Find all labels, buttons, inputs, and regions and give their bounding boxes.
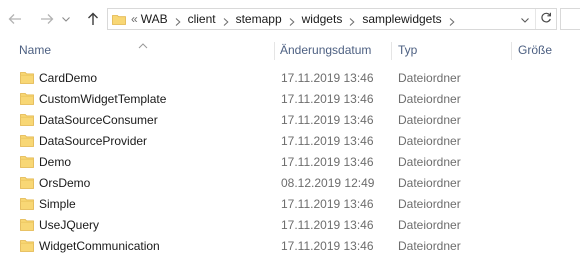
folder-icon (20, 218, 34, 231)
file-date: 17.11.2019 13:46 (281, 218, 374, 232)
file-row[interactable]: DataSourceProvider 17.11.2019 13:46 Dateio… (0, 131, 580, 152)
file-row[interactable]: WidgetCommunication 17.11.2019 13:46 Datei… (0, 236, 580, 257)
folder-icon (20, 239, 34, 252)
folder-icon (20, 113, 34, 126)
refresh-button[interactable] (535, 9, 556, 29)
arrow-right-icon (40, 13, 54, 25)
breadcrumb-separator-icon[interactable] (349, 15, 355, 26)
breadcrumb-item[interactable]: widgets (302, 12, 343, 26)
search-box[interactable] (560, 8, 580, 30)
file-date: 17.11.2019 13:46 (281, 92, 374, 106)
file-date: 17.11.2019 13:46 (281, 113, 374, 127)
recent-locations-button[interactable] (60, 10, 72, 28)
file-date: 17.11.2019 13:46 (281, 155, 374, 169)
file-type: Dateiordner (398, 197, 461, 211)
file-type: Dateiordner (398, 71, 461, 85)
file-name[interactable]: DataSourceProvider (39, 134, 147, 148)
column-header-date[interactable]: Änderungsdatum (280, 43, 371, 57)
file-type: Dateiordner (398, 218, 461, 232)
folder-icon (20, 134, 34, 147)
navigation-bar: « WAB client stemapp widgets samplewidgets (0, 0, 580, 38)
file-date: 17.11.2019 13:46 (281, 239, 374, 253)
breadcrumb: WAB client stemapp widgets samplewidgets (141, 12, 462, 26)
breadcrumb-item[interactable]: WAB (141, 12, 168, 26)
file-date: 17.11.2019 13:46 (281, 134, 374, 148)
file-type: Dateiordner (398, 239, 461, 253)
file-row[interactable]: Demo 17.11.2019 13:46 Dateiordner (0, 152, 580, 173)
file-row[interactable]: UseJQuery 17.11.2019 13:46 Dateiordner (0, 215, 580, 236)
chevron-down-icon (62, 16, 70, 22)
file-name[interactable]: WidgetCommunication (39, 239, 160, 253)
column-header-type[interactable]: Typ (398, 43, 417, 57)
folder-icon (112, 13, 126, 25)
file-row[interactable]: CustomWidgetTemplate 17.11.2019 13:46 Date… (0, 89, 580, 110)
file-name[interactable]: CustomWidgetTemplate (39, 92, 166, 106)
column-header-size[interactable]: Größe (518, 43, 552, 57)
file-row[interactable]: OrsDemo 08.12.2019 12:49 Dateiordner (0, 173, 580, 194)
file-row[interactable]: Simple 17.11.2019 13:46 Dateiordner (0, 194, 580, 215)
arrow-left-icon (8, 13, 22, 25)
breadcrumb-separator-icon[interactable] (449, 15, 455, 26)
file-name[interactable]: DataSourceConsumer (39, 113, 158, 127)
file-type: Dateiordner (398, 134, 461, 148)
folder-icon (20, 176, 34, 189)
refresh-icon (540, 12, 552, 27)
file-row[interactable]: CardDemo 17.11.2019 13:46 Dateiordner (0, 68, 580, 89)
file-type: Dateiordner (398, 176, 461, 190)
file-type: Dateiordner (398, 113, 461, 127)
arrow-up-icon (87, 12, 99, 26)
file-row[interactable]: DataSourceConsumer 17.11.2019 13:46 Dateio… (0, 110, 580, 131)
address-dropdown-button[interactable] (516, 9, 534, 29)
back-button[interactable] (6, 10, 24, 28)
file-name[interactable]: CardDemo (39, 71, 97, 85)
folder-icon (20, 155, 34, 168)
column-header-name[interactable]: Name (19, 43, 51, 57)
column-divider[interactable] (274, 42, 275, 60)
file-name[interactable]: OrsDemo (39, 176, 90, 190)
file-date: 17.11.2019 13:46 (281, 71, 374, 85)
breadcrumb-item[interactable]: client (188, 12, 216, 26)
address-bar[interactable]: « WAB client stemapp widgets samplewidgets (107, 8, 557, 30)
file-type: Dateiordner (398, 155, 461, 169)
column-divider[interactable] (391, 42, 392, 60)
column-header-row: Name Änderungsdatum Typ Größe (0, 38, 580, 64)
up-button[interactable] (84, 10, 102, 28)
sort-ascending-icon (138, 38, 148, 49)
column-divider[interactable] (511, 42, 512, 60)
folder-icon (20, 71, 34, 84)
folder-icon (20, 197, 34, 210)
breadcrumb-item[interactable]: samplewidgets (362, 12, 441, 26)
file-name[interactable]: UseJQuery (39, 218, 99, 232)
file-date: 08.12.2019 12:49 (281, 176, 375, 190)
forward-button[interactable] (38, 10, 56, 28)
file-date: 17.11.2019 13:46 (281, 197, 374, 211)
folder-icon (20, 92, 34, 105)
breadcrumb-item[interactable]: stemapp (236, 12, 282, 26)
breadcrumb-separator-icon[interactable] (289, 15, 295, 26)
breadcrumb-separator-icon[interactable] (223, 15, 229, 26)
file-type: Dateiordner (398, 92, 461, 106)
breadcrumb-separator-icon[interactable] (175, 15, 181, 26)
file-name[interactable]: Demo (39, 155, 71, 169)
file-name[interactable]: Simple (39, 197, 76, 211)
overflow-chevron[interactable]: « (131, 12, 138, 26)
chevron-down-icon (521, 12, 529, 26)
